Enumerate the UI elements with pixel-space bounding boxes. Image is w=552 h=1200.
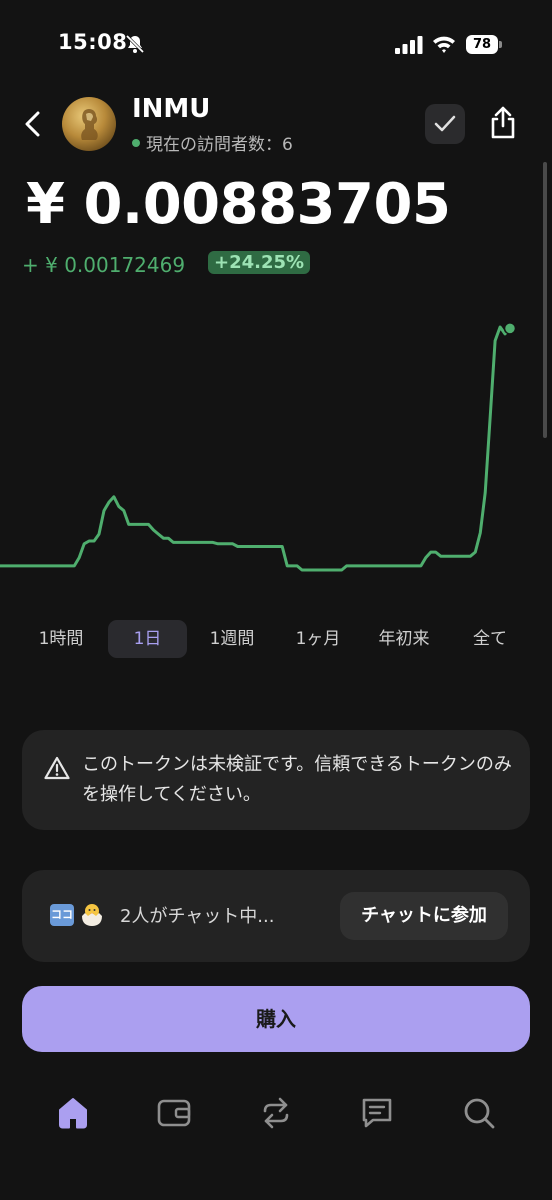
price-change: + ¥ 0.00172469: [22, 253, 186, 277]
warning-triangle-icon: [44, 756, 70, 780]
back-chevron-icon[interactable]: [22, 110, 44, 138]
swap-icon[interactable]: [258, 1094, 294, 1132]
tab-all[interactable]: 全て: [450, 620, 530, 658]
battery-indicator: 78: [466, 35, 502, 54]
token-logo-icon: [81, 108, 98, 140]
hatching-chick-icon: [82, 904, 102, 926]
token-price: ¥ 0.00883705: [26, 172, 451, 237]
watchlist-check-button[interactable]: [425, 104, 465, 144]
status-time: 15:08: [58, 30, 128, 54]
koko-emoji-icon: ココ: [50, 904, 74, 926]
unverified-warning-card: このトークンは未検証です。信頼できるトークンのみを操作してください。: [22, 730, 530, 830]
wifi-icon: [433, 36, 455, 53]
chat-status-text: 2人がチャット中...: [120, 906, 275, 927]
share-icon[interactable]: [484, 104, 522, 142]
search-icon[interactable]: [461, 1094, 497, 1132]
warning-text: このトークンは未検証です。信頼できるトークンのみを操作してください。: [82, 754, 512, 805]
home-icon[interactable]: [55, 1094, 91, 1132]
tab-1-hour[interactable]: 1時間: [18, 620, 104, 658]
battery-level: 78: [472, 37, 492, 52]
visitor-count-text: 現在の訪問者数：6: [146, 135, 293, 155]
tab-ytd[interactable]: 年初来: [364, 620, 444, 658]
visitor-count: 現在の訪問者数：6: [132, 130, 293, 155]
buy-button[interactable]: 購入: [22, 986, 530, 1052]
tab-1-day[interactable]: 1日: [108, 620, 187, 658]
token-avatar: [62, 97, 116, 151]
tab-1-month[interactable]: 1ヶ月: [278, 620, 358, 658]
bell-muted-icon: [125, 34, 145, 54]
price-chart[interactable]: [0, 300, 552, 600]
price-change-percent-badge: +24.25%: [208, 251, 311, 274]
signal-icon: [395, 36, 423, 54]
tab-1-week[interactable]: 1週間: [192, 620, 272, 658]
price-line: [0, 325, 512, 572]
wallet-icon[interactable]: [156, 1094, 192, 1132]
join-chat-button[interactable]: チャットに参加: [340, 892, 508, 940]
chat-icon[interactable]: [359, 1094, 395, 1132]
chat-card[interactable]: ココ 2人がチャット中... チャットに参加: [22, 870, 530, 962]
price-line-endpoint: [503, 322, 517, 335]
online-dot-icon: [132, 139, 140, 147]
timeframe-tabs: 1時間 1日 1週間 1ヶ月 年初来 全て: [18, 620, 534, 658]
token-name: INMU: [132, 94, 211, 124]
check-icon: [434, 115, 456, 132]
